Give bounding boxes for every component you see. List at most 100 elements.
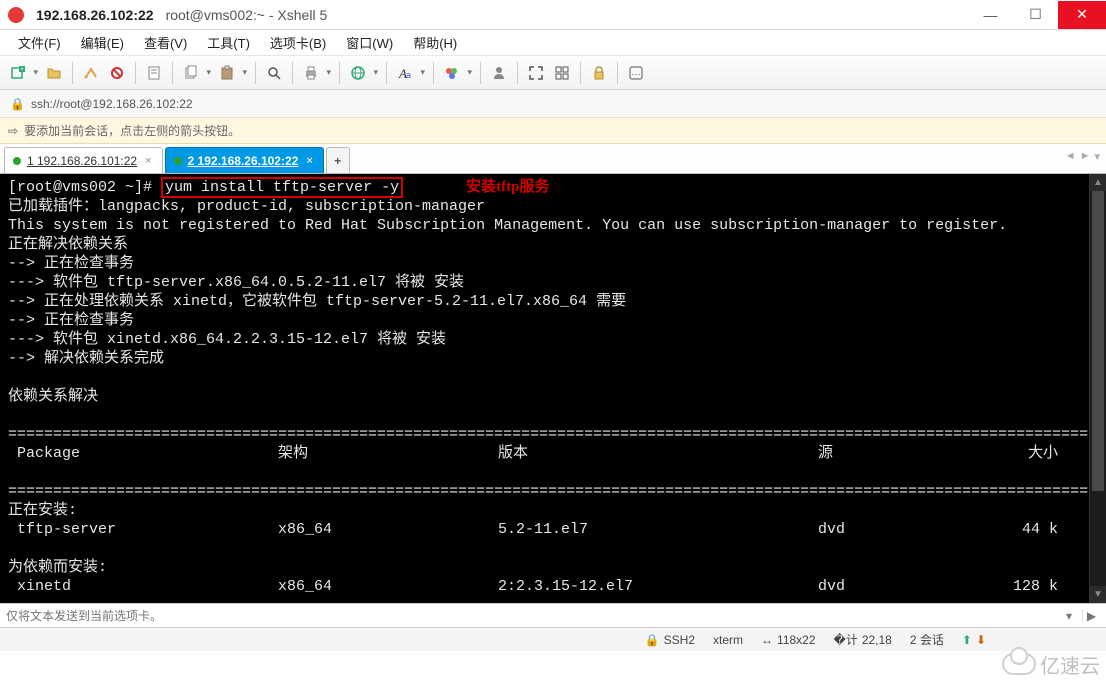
tab-nav: ◄ ► ▾ — [1065, 150, 1100, 163]
copy-button[interactable] — [179, 61, 213, 85]
maximize-button[interactable]: ☐ — [1013, 1, 1058, 29]
section-deps: 为依赖而安装: — [8, 559, 107, 576]
menubar: 文件(F) 编辑(E) 查看(V) 工具(T) 选项卡(B) 窗口(W) 帮助(… — [0, 30, 1106, 56]
scroll-up-icon[interactable]: ▲ — [1090, 174, 1106, 191]
up-icon: ⬆ — [962, 633, 972, 647]
hint-bar: ⇨ 要添加当前会话，点击左侧的箭头按钮。 — [0, 118, 1106, 144]
tab-label: 2 192.168.26.102:22 — [188, 154, 299, 168]
status-sessions: 2 会话 — [910, 631, 944, 648]
status-connection: 🔒SSH2 — [645, 633, 695, 647]
add-tab-button[interactable]: + — [326, 147, 350, 173]
compose-target-dropdown[interactable]: ▾ — [1060, 609, 1078, 623]
terminal-line: 已加载插件：langpacks, product-id, subscriptio… — [8, 198, 485, 215]
cursor-icon: �计 — [834, 631, 858, 648]
menu-tab[interactable]: 选项卡(B) — [260, 30, 336, 55]
col-arch: 架构 — [278, 444, 498, 463]
lock-icon: 🔒 — [10, 97, 25, 111]
svg-text:a: a — [406, 70, 411, 80]
menu-tools[interactable]: 工具(T) — [197, 30, 260, 55]
hint-arrow-icon[interactable]: ⇨ — [8, 124, 18, 138]
window-controls: — ☐ ✕ — [968, 1, 1106, 29]
fullscreen-button[interactable] — [524, 61, 548, 85]
col-repo: 源 — [818, 444, 998, 463]
close-button[interactable]: ✕ — [1058, 1, 1106, 29]
table-row: tftp-serverx86_645.2-11.el7dvd44 k — [8, 520, 1098, 539]
col-package: Package — [8, 444, 278, 463]
compose-send-button[interactable]: ▶ — [1082, 609, 1100, 623]
compose-input[interactable] — [6, 609, 1060, 623]
paste-button[interactable] — [215, 61, 249, 85]
script-button[interactable]: ⋯ — [624, 61, 648, 85]
terminal-line: --> 正在检查事务 — [8, 312, 134, 329]
print-button[interactable] — [299, 61, 333, 85]
color-button[interactable] — [440, 61, 474, 85]
tab-list-icon[interactable]: ▾ — [1094, 150, 1100, 163]
address-bar[interactable]: 🔒 ssh://root@192.168.26.102:22 — [0, 90, 1106, 118]
svg-text:⋯: ⋯ — [632, 69, 641, 79]
lock-icon: 🔒 — [645, 633, 660, 647]
divider: ========================================… — [8, 483, 1106, 500]
hint-text: 要添加当前会话，点击左侧的箭头按钮。 — [24, 122, 240, 139]
terminal-line: --> 解决依赖关系完成 — [8, 350, 164, 367]
font-button[interactable]: Aa — [393, 61, 427, 85]
menu-window[interactable]: 窗口(W) — [336, 30, 403, 55]
address-text: ssh://root@192.168.26.102:22 — [31, 97, 193, 111]
menu-file[interactable]: 文件(F) — [8, 30, 71, 55]
command-highlight: yum install tftp-server -y — [161, 177, 403, 198]
watermark-text: 亿速云 — [1040, 650, 1100, 679]
status-bar: 🔒SSH2 xterm ↔118x22 �计22,18 2 会话 ⬆⬇ — [0, 627, 1106, 651]
title-rest: root@vms002:~ - Xshell 5 — [166, 7, 328, 23]
scroll-thumb[interactable] — [1092, 191, 1104, 491]
properties-button[interactable] — [142, 61, 166, 85]
find-button[interactable] — [262, 61, 286, 85]
col-size: 大小 — [998, 444, 1058, 463]
new-session-button[interactable]: + — [6, 61, 40, 85]
status-cursor: �计22,18 — [834, 631, 892, 648]
terminal-line: This system is not registered to Red Hat… — [8, 217, 1007, 234]
minimize-button[interactable]: — — [968, 1, 1013, 29]
terminal[interactable]: [root@vms002 ~]# yum install tftp-server… — [0, 174, 1106, 603]
table-row: xinetdx86_642:2.3.15-12.el7dvd128 k — [8, 577, 1098, 596]
session-tab-2[interactable]: 2 192.168.26.102:22 × — [165, 147, 324, 173]
terminal-line: ---> 软件包 tftp-server.x86_64.0.5.2-11.el7… — [8, 274, 464, 291]
tab-close-icon[interactable]: × — [145, 155, 151, 167]
open-button[interactable] — [42, 61, 66, 85]
encoding-button[interactable] — [346, 61, 380, 85]
session-tab-1[interactable]: 1 192.168.26.101:22 × — [4, 147, 163, 173]
scroll-down-icon[interactable]: ▼ — [1090, 586, 1106, 603]
terminal-line: ---> 软件包 xinetd.x86_64.2.2.3.15-12.el7 将… — [8, 331, 446, 348]
terminal-scrollbar[interactable]: ▲ ▼ — [1089, 174, 1106, 603]
tile-button[interactable] — [550, 61, 574, 85]
status-size: ↔118x22 — [761, 633, 815, 647]
table-header-row: Package架构版本源大小 — [8, 444, 1098, 463]
status-term-type: xterm — [713, 633, 743, 647]
menu-edit[interactable]: 编辑(E) — [71, 30, 134, 55]
status-updown: ⬆⬇ — [962, 633, 986, 647]
terminal-line: 依赖关系解决 — [8, 388, 98, 405]
col-version: 版本 — [498, 444, 818, 463]
resize-icon: ↔ — [761, 633, 773, 647]
lock-button[interactable] — [587, 61, 611, 85]
toolbar: + Aa ⋯ — [0, 56, 1106, 90]
svg-text:+: + — [20, 67, 24, 73]
disconnect-button[interactable] — [105, 61, 129, 85]
tab-label: 1 192.168.26.101:22 — [27, 154, 137, 168]
terminal-area: [root@vms002 ~]# yum install tftp-server… — [0, 174, 1106, 603]
app-icon — [8, 7, 24, 23]
title-ip: 192.168.26.102:22 — [36, 7, 154, 23]
menu-help[interactable]: 帮助(H) — [403, 30, 467, 55]
terminal-line: --> 正在处理依赖关系 xinetd，它被软件包 tftp-server-5.… — [8, 293, 626, 310]
section-installing: 正在安装: — [8, 502, 77, 519]
tab-close-icon[interactable]: × — [306, 155, 312, 167]
profile-button[interactable] — [487, 61, 511, 85]
divider: ========================================… — [8, 426, 1106, 443]
compose-bar: ▾ ▶ — [0, 603, 1106, 627]
menu-view[interactable]: 查看(V) — [134, 30, 197, 55]
prompt: [root@vms002 ~]# — [8, 179, 161, 196]
scroll-track[interactable] — [1090, 191, 1106, 586]
cloud-icon — [1002, 653, 1036, 675]
tab-next-icon[interactable]: ► — [1080, 150, 1091, 163]
reconnect-button[interactable] — [79, 61, 103, 85]
status-dot-icon — [13, 157, 21, 165]
tab-prev-icon[interactable]: ◄ — [1065, 150, 1076, 163]
